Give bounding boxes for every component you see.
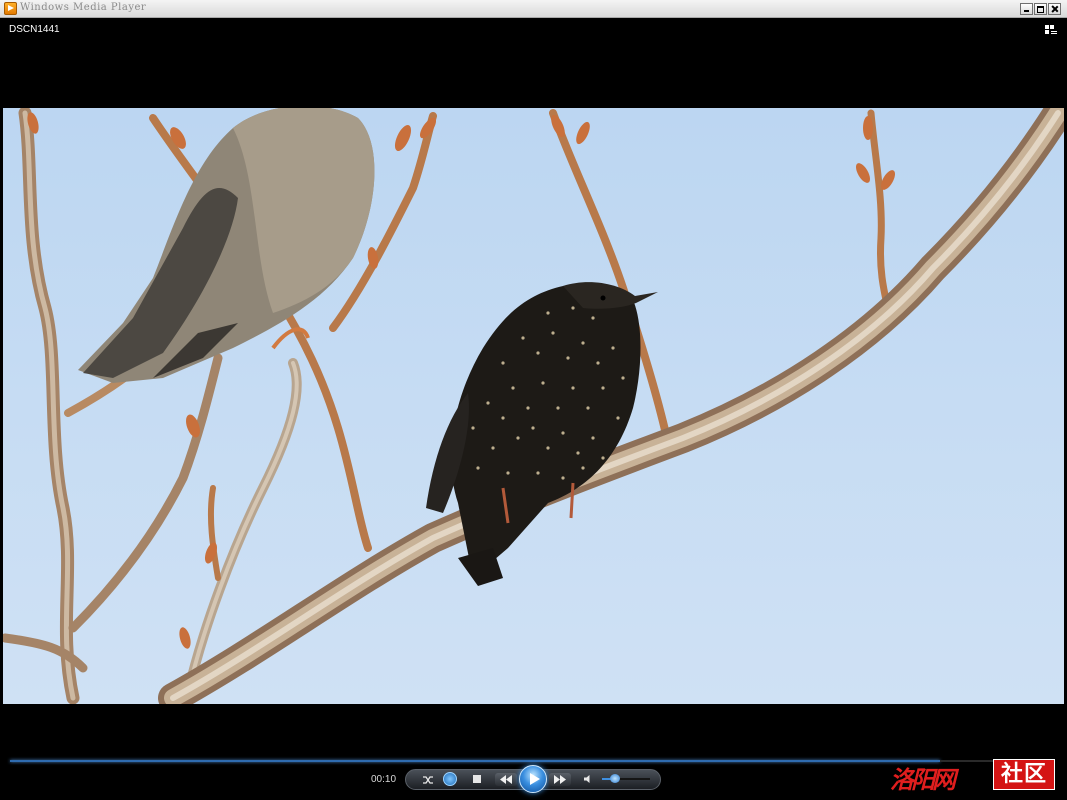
play-icon[interactable] [519,765,547,793]
next-icon[interactable] [549,773,571,786]
seek-bar[interactable] [10,760,940,762]
media-player-window: Windows Media Player DSCN1441 00:10 洛阳网 … [0,0,1067,800]
watermark-box: 社区 [993,759,1055,790]
window-title: Windows Media Player [20,2,147,13]
speaker-icon[interactable] [583,774,593,784]
title-bar[interactable]: Windows Media Player [0,0,1067,18]
media-player-icon [4,2,17,15]
video-frame[interactable] [3,108,1064,704]
watermark-script: 洛阳网 [890,765,956,794]
switch-to-library-icon[interactable] [1045,25,1057,35]
minimize-button[interactable] [1020,3,1033,15]
maximize-button[interactable] [1034,3,1047,15]
stop-icon[interactable] [473,775,481,783]
repeat-icon[interactable] [443,772,457,786]
media-title: DSCN1441 [9,24,60,35]
elapsed-time: 00:10 [371,774,397,785]
close-button[interactable] [1048,3,1061,15]
previous-icon[interactable] [495,773,517,786]
bird-photo [3,108,1064,704]
shuffle-icon[interactable] [422,775,434,785]
volume-knob[interactable] [610,774,620,783]
